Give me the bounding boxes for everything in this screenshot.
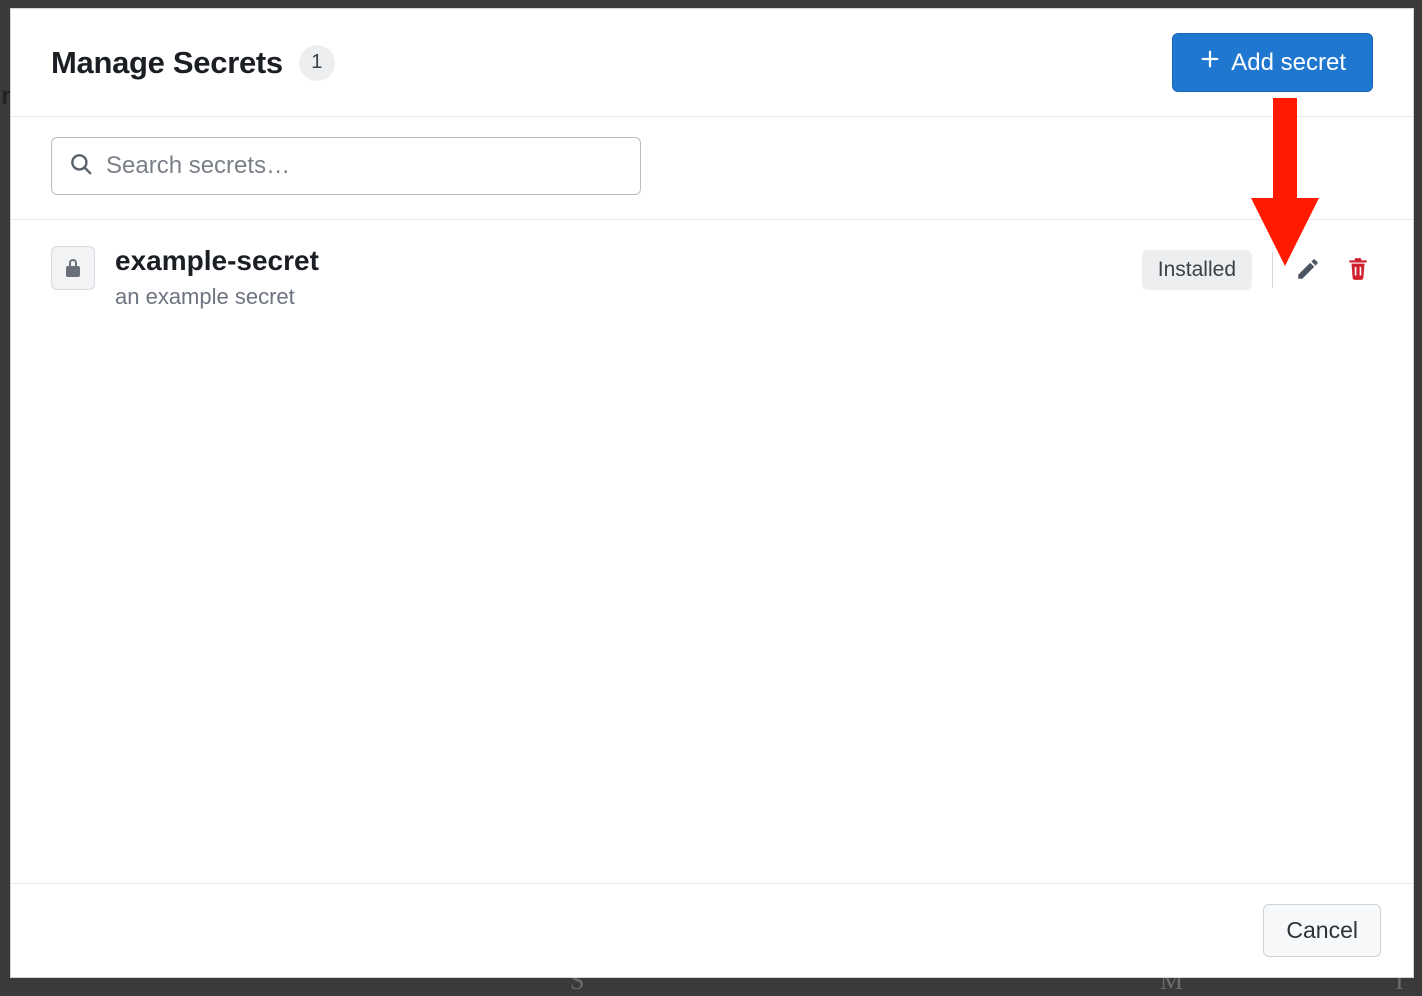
secret-description: an example secret xyxy=(115,284,1122,310)
manage-secrets-modal: Manage Secrets 1 Add secret xyxy=(10,8,1414,978)
secrets-count-badge: 1 xyxy=(299,45,335,81)
plus-icon xyxy=(1199,48,1221,77)
secret-text: example-secret an example secret xyxy=(115,244,1122,310)
modal-footer: Cancel xyxy=(11,883,1413,977)
secret-row: example-secret an example secret Install… xyxy=(51,244,1373,310)
row-actions: Installed xyxy=(1142,250,1373,290)
modal-title: Manage Secrets xyxy=(51,45,283,81)
search-row xyxy=(11,117,1413,220)
lock-icon xyxy=(51,246,95,290)
search-input[interactable] xyxy=(106,152,624,180)
title-group: Manage Secrets 1 xyxy=(51,45,335,81)
edit-secret-button[interactable] xyxy=(1293,255,1323,285)
cancel-button[interactable]: Cancel xyxy=(1263,904,1381,957)
modal-header: Manage Secrets 1 Add secret xyxy=(11,9,1413,117)
secrets-list: example-secret an example secret Install… xyxy=(11,220,1413,883)
secret-name: example-secret xyxy=(115,244,1122,278)
search-field[interactable] xyxy=(51,137,641,195)
add-secret-button[interactable]: Add secret xyxy=(1172,33,1373,92)
status-badge: Installed xyxy=(1142,250,1252,290)
pencil-icon xyxy=(1295,256,1321,285)
divider xyxy=(1272,252,1273,288)
add-secret-label: Add secret xyxy=(1231,49,1346,77)
trash-icon xyxy=(1345,256,1371,285)
delete-secret-button[interactable] xyxy=(1343,255,1373,285)
search-icon xyxy=(68,151,94,182)
